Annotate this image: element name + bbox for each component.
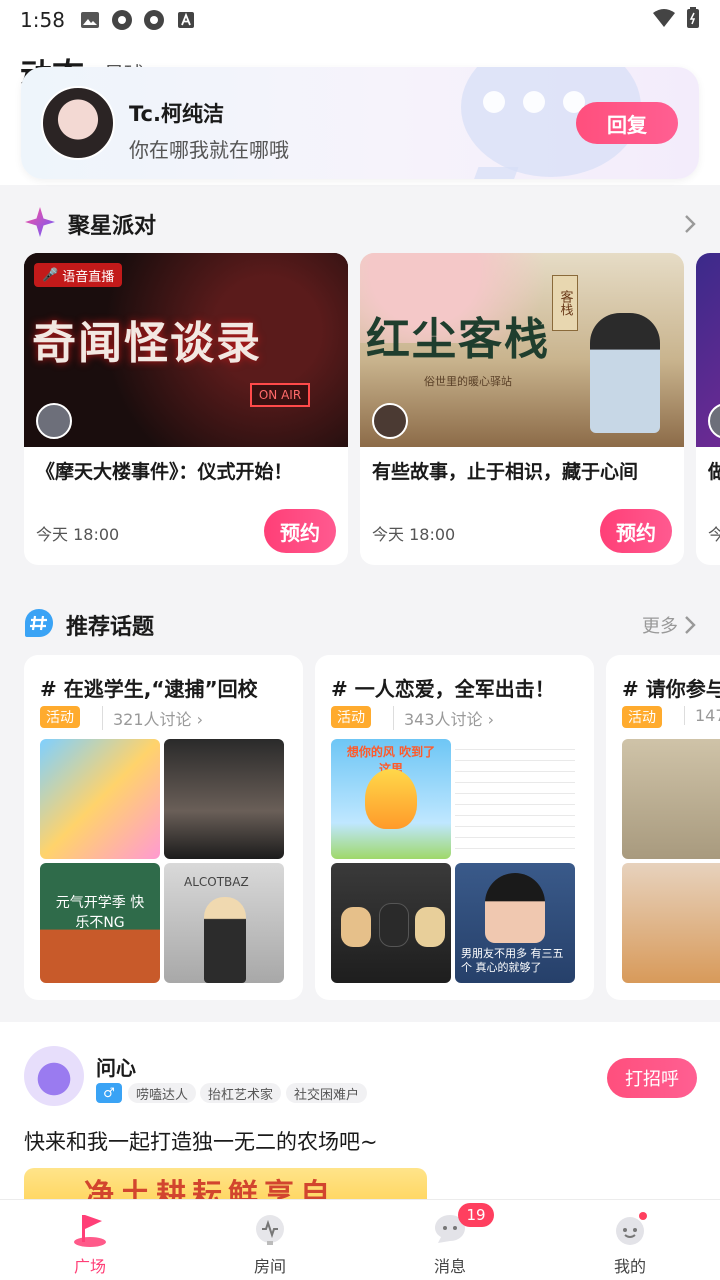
greet-button[interactable]: 打招呼: [607, 1058, 697, 1098]
chevron-right-icon: [685, 215, 696, 233]
bubble-dot: [523, 91, 545, 113]
nav-item-room[interactable]: 房间: [180, 1200, 360, 1280]
party-title: 做: [708, 461, 720, 483]
party-title: 《摩天大楼事件》：仪式开始！: [36, 461, 293, 483]
post-author: 问心: [96, 1056, 136, 1080]
cover-title: 红尘客栈: [366, 314, 550, 365]
microphone-icon: 🎤: [42, 267, 59, 283]
font-a-icon: [175, 9, 197, 31]
topic-card[interactable]: # 一人恋爱，全军出击！ 活动 343人讨论 › 想你的风 吹到了这里 男朋友不…: [315, 655, 594, 1000]
status-bar: 1:58: [0, 0, 720, 40]
discussion-count[interactable]: 1472: [684, 706, 720, 725]
cover-title: 奇闻怪谈录: [32, 318, 262, 369]
thumbnail[interactable]: [331, 863, 451, 983]
post-text: 快来和我一起打造独一无二的农场吧~: [24, 1130, 378, 1154]
topic-title: # 请你参与: [622, 677, 720, 701]
chat-bubble-decoration: [467, 167, 519, 179]
nav-item-messages[interactable]: 消息: [360, 1200, 540, 1280]
activity-tag: 活动: [40, 706, 80, 728]
thumbnail[interactable]: [622, 863, 720, 983]
party-section-header[interactable]: 聚星派对: [0, 194, 720, 254]
male-gender-icon: ♂: [96, 1083, 122, 1103]
activity-tag: 活动: [622, 706, 662, 728]
message-preview: 你在哪我就在哪哦: [129, 138, 289, 162]
nav-label: 房间: [253, 1257, 286, 1276]
app-notification-icon: [143, 9, 165, 31]
battery-icon: [686, 7, 700, 33]
screen: 1:58 动态 星球 Tc.: [0, 0, 720, 1280]
bottom-nav: 广场 房间 消息 我的: [0, 1199, 720, 1280]
nav-item-me[interactable]: 我的: [540, 1200, 720, 1280]
topic-thumbnails: 想你的风 吹到了这里 男朋友不用多 有三五个 真心的就够了: [331, 739, 575, 983]
thumbnail[interactable]: ALCOTBAZ: [164, 863, 284, 983]
character-illustration: [590, 313, 660, 433]
avatar[interactable]: [24, 1046, 84, 1106]
app-notification-icon: [111, 9, 133, 31]
topic-thumbnails: [622, 739, 720, 983]
topic-card[interactable]: # 在逃学生,“逮捕”回校 活动 321人讨论 › 元气开学季 快乐不NG AL…: [24, 655, 303, 1000]
topic-thumbnails: 元气开学季 快乐不NG ALCOTBAZ: [40, 739, 284, 983]
nav-label: 我的: [613, 1257, 646, 1276]
star-icon: [24, 206, 56, 242]
nav-label: 消息: [433, 1257, 466, 1276]
avatar[interactable]: [41, 86, 115, 160]
topic-title: # 在逃学生,“逮捕”回校: [40, 677, 258, 701]
sender-name: Tc.柯纯洁: [129, 102, 224, 126]
status-time: 1:58: [20, 8, 65, 32]
unread-badge: 19: [458, 1203, 494, 1227]
feed-post[interactable]: 问心 ♂ 唠嗑达人 抬杠艺术家 社交困难户 打招呼 快来和我一起打造独一无二的农…: [0, 1022, 720, 1208]
discussion-count[interactable]: 343人讨论 ›: [393, 706, 494, 730]
cover-subtitle: 俗世里的暖心驿站: [424, 375, 512, 388]
on-air-sign: ON AIR: [250, 383, 310, 407]
more-link[interactable]: 更多: [642, 612, 696, 638]
nav-label: 广场: [73, 1257, 106, 1276]
party-card[interactable]: 做 今: [696, 253, 720, 565]
hashtag-icon: [24, 608, 54, 642]
user-tag: 唠嗑达人: [128, 1083, 197, 1103]
thumbnail[interactable]: 男朋友不用多 有三五个 真心的就够了: [455, 863, 575, 983]
topic-section-header[interactable]: 推荐话题 更多: [0, 595, 720, 655]
party-card[interactable]: 🎤 语音直播 奇闻怪谈录 ON AIR 《摩天大楼事件》：仪式开始！ 今天 18:…: [24, 253, 348, 565]
reply-button[interactable]: 回复: [576, 102, 678, 144]
activity-tag: 活动: [331, 706, 371, 728]
bubble-dot: [483, 91, 505, 113]
message-popup[interactable]: Tc.柯纯洁 你在哪我就在哪哦 回复: [21, 67, 699, 179]
thumbnail[interactable]: 想你的风 吹到了这里: [331, 739, 451, 859]
profile-icon: [610, 1209, 650, 1249]
thumbnail[interactable]: [40, 739, 160, 859]
party-cover-image: 🎤 语音直播 奇闻怪谈录 ON AIR: [24, 253, 348, 447]
nav-item-square[interactable]: 广场: [0, 1200, 180, 1280]
thumbnail[interactable]: [164, 739, 284, 859]
live-badge: 🎤 语音直播: [34, 263, 123, 287]
topic-card[interactable]: # 请你参与 活动 1472: [606, 655, 720, 1000]
party-card[interactable]: 红尘客栈 客栈 俗世里的暖心驿站 有些故事，止于相识，藏于心间 今天 18:00…: [360, 253, 684, 565]
section-more[interactable]: [684, 214, 696, 234]
thumbnail[interactable]: [455, 739, 575, 859]
party-cover-image: 红尘客栈 客栈 俗世里的暖心驿站: [360, 253, 684, 447]
topic-title: # 一人恋爱，全军出击！: [331, 677, 555, 701]
inn-sign: 客栈: [552, 275, 578, 331]
section-title: 推荐话题: [66, 615, 155, 640]
chevron-right-icon: [685, 616, 696, 634]
party-time: 今天 18:00: [36, 525, 120, 544]
wifi-icon: [652, 8, 676, 32]
thumbnail[interactable]: [622, 739, 720, 859]
flag-icon: [70, 1209, 110, 1249]
reserve-button[interactable]: 预约: [264, 509, 336, 553]
more-label: 更多: [642, 616, 678, 637]
room-icon: [250, 1209, 290, 1249]
user-tag: 社交困难户: [286, 1083, 368, 1103]
host-avatar[interactable]: [36, 403, 72, 439]
party-title: 有些故事，止于相识，藏于心间: [372, 461, 639, 483]
party-time: 今: [708, 525, 720, 544]
user-tag: 抬杠艺术家: [200, 1083, 282, 1103]
host-avatar[interactable]: [372, 403, 408, 439]
gallery-icon: [79, 9, 101, 31]
discussion-count[interactable]: 321人讨论 ›: [102, 706, 203, 730]
reserve-button[interactable]: 预约: [600, 509, 672, 553]
thumbnail[interactable]: 元气开学季 快乐不NG: [40, 863, 160, 983]
section-title: 聚星派对: [68, 214, 157, 239]
party-time: 今天 18:00: [372, 525, 456, 544]
